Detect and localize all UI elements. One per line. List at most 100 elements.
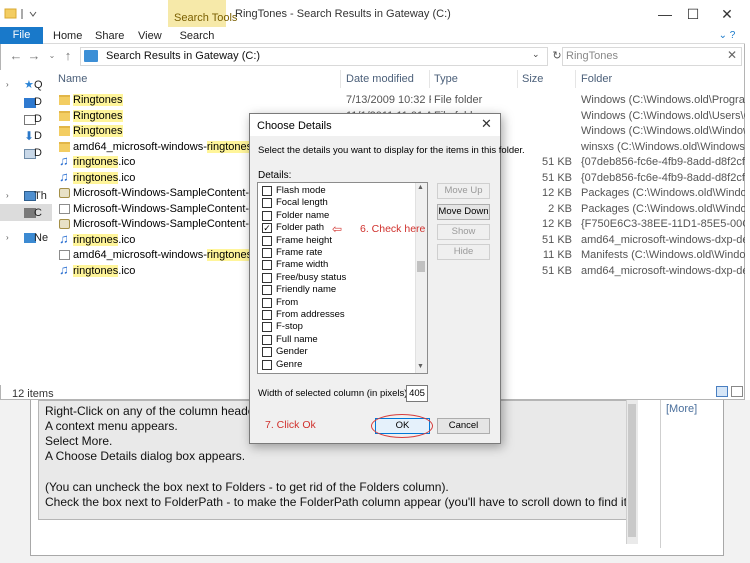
cancel-button[interactable]: Cancel bbox=[437, 418, 490, 434]
details-option-label: Gender bbox=[276, 346, 308, 358]
details-option[interactable]: Flash mode bbox=[261, 185, 411, 197]
column-divider[interactable] bbox=[429, 70, 430, 88]
details-option[interactable]: Frame width bbox=[261, 259, 411, 271]
hide-button[interactable]: Hide bbox=[437, 244, 490, 260]
move-up-button[interactable]: Move Up bbox=[437, 183, 490, 199]
nav-item-network[interactable]: Ne bbox=[34, 232, 48, 244]
details-option-checkbox[interactable] bbox=[262, 285, 272, 296]
column-width-input[interactable]: 405 bbox=[406, 385, 428, 402]
details-option[interactable]: Frame rate bbox=[261, 247, 411, 259]
folder-path-cell: Windows (C:\Windows.old\Windows\SysWOW64… bbox=[581, 125, 745, 137]
tab-share[interactable]: Share bbox=[95, 30, 124, 42]
folder-path-cell: amd64_microsoft-windows-dxp-deviceexperi… bbox=[581, 264, 745, 277]
details-option-checkbox[interactable] bbox=[262, 260, 272, 271]
details-option-checkbox[interactable] bbox=[262, 310, 272, 320]
nav-item[interactable]: D bbox=[34, 130, 42, 142]
details-option[interactable]: Free/busy status bbox=[261, 272, 411, 284]
details-option-checkbox[interactable] bbox=[262, 347, 272, 358]
details-option-label: Frame width bbox=[276, 259, 329, 271]
details-option[interactable]: F-stop bbox=[261, 321, 411, 333]
tab-home[interactable]: Home bbox=[53, 30, 82, 42]
document-file-icon bbox=[59, 250, 70, 260]
show-button[interactable]: Show bbox=[437, 224, 490, 240]
details-option-checkbox[interactable] bbox=[262, 359, 272, 370]
file-row[interactable]: Ringtones 7/13/2009 10:32 PMFile folder Wi… bbox=[55, 93, 745, 108]
details-option[interactable]: Genre bbox=[261, 359, 411, 371]
details-option-checkbox[interactable] bbox=[262, 334, 272, 345]
editor-line: Select More. bbox=[45, 434, 113, 448]
details-option-checkbox[interactable]: ✓ bbox=[262, 223, 272, 234]
details-option[interactable]: Gender bbox=[261, 346, 411, 358]
dialog-close-icon[interactable]: ✕ bbox=[481, 116, 492, 132]
details-option-checkbox[interactable] bbox=[262, 235, 272, 246]
details-option-checkbox[interactable] bbox=[262, 297, 272, 308]
nav-item-quick-access[interactable]: Q bbox=[34, 79, 43, 91]
details-option[interactable]: Full name bbox=[261, 334, 411, 346]
details-option-checkbox[interactable] bbox=[262, 198, 272, 209]
details-option-checkbox[interactable] bbox=[262, 322, 272, 333]
search-match-highlight: ringtones bbox=[206, 249, 253, 261]
column-header-type[interactable]: Type bbox=[434, 73, 458, 85]
details-option-checkbox[interactable] bbox=[262, 272, 272, 283]
details-list[interactable]: Flash mode Focal length Folder name ✓ Folder… bbox=[257, 182, 428, 374]
window-title: RingTones - Search Results in Gateway (C… bbox=[235, 8, 451, 20]
close-button[interactable]: ✕ bbox=[712, 6, 742, 22]
move-down-button[interactable]: Move Down bbox=[437, 204, 490, 220]
details-option-checkbox[interactable] bbox=[262, 186, 272, 196]
expand-chevron-icon[interactable]: › bbox=[6, 80, 9, 89]
maximize-button[interactable]: ☐ bbox=[678, 6, 708, 22]
nav-item[interactable]: D bbox=[34, 113, 42, 125]
details-option[interactable]: Friendly name bbox=[261, 284, 411, 296]
search-match-highlight: Ringtones bbox=[73, 94, 123, 106]
expand-chevron-icon[interactable]: › bbox=[6, 233, 9, 242]
address-dropdown-icon[interactable]: ⌄ bbox=[532, 49, 540, 60]
details-option-checkbox[interactable] bbox=[262, 248, 272, 258]
up-arrow-icon[interactable]: ↑ bbox=[60, 48, 76, 64]
column-divider[interactable] bbox=[340, 70, 341, 88]
column-header-folder[interactable]: Folder bbox=[581, 73, 612, 85]
editor-line: (You can uncheck the box next to Folders… bbox=[45, 480, 449, 494]
column-header-date[interactable]: Date modified bbox=[346, 73, 414, 85]
quick-access-toolbar[interactable] bbox=[4, 7, 44, 24]
tab-file[interactable]: File bbox=[0, 27, 43, 44]
column-header-name[interactable]: Name bbox=[58, 73, 87, 85]
cabinet-file-icon bbox=[59, 219, 70, 229]
nav-item-drive[interactable]: C bbox=[34, 207, 42, 219]
details-option-label: Friendly name bbox=[276, 284, 337, 296]
expand-chevron-icon[interactable]: › bbox=[6, 191, 9, 200]
column-header-size[interactable]: Size bbox=[522, 73, 543, 85]
recent-locations-chevron-icon[interactable]: ⌄ bbox=[44, 48, 60, 64]
details-list-scrollbar[interactable] bbox=[415, 183, 427, 373]
details-option[interactable]: Frame height bbox=[261, 235, 411, 247]
more-link[interactable]: [More] bbox=[666, 403, 697, 415]
nav-item[interactable]: D bbox=[34, 147, 42, 159]
tab-view[interactable]: View bbox=[138, 30, 162, 42]
expand-ribbon-icon[interactable]: ⌄ ? bbox=[712, 27, 742, 44]
scroll-up-icon[interactable]: ▲ bbox=[417, 184, 424, 191]
editor-scrollbar-thumb[interactable] bbox=[628, 404, 636, 537]
audio-file-icon: ♫ bbox=[59, 261, 69, 277]
clear-search-icon[interactable]: ✕ bbox=[727, 48, 737, 62]
details-option[interactable]: From addresses bbox=[261, 309, 411, 321]
details-list-scroll-thumb[interactable] bbox=[417, 261, 425, 272]
tab-search[interactable]: Search bbox=[172, 30, 222, 42]
cabinet-file-icon bbox=[59, 188, 70, 198]
large-icons-view-icon[interactable] bbox=[731, 386, 743, 397]
back-arrow-icon[interactable]: ← bbox=[8, 48, 24, 64]
details-option-checkbox[interactable] bbox=[262, 210, 272, 221]
details-option[interactable]: From bbox=[261, 297, 411, 309]
editor-line: A context menu appears. bbox=[45, 419, 178, 433]
details-option[interactable]: Folder name bbox=[261, 210, 411, 222]
dialog-description: Select the details you want to display f… bbox=[258, 145, 525, 156]
scroll-down-icon[interactable]: ▼ bbox=[417, 363, 424, 370]
details-option[interactable]: Focal length bbox=[261, 197, 411, 209]
column-divider[interactable] bbox=[575, 70, 576, 88]
nav-item[interactable]: D bbox=[34, 96, 42, 108]
details-view-icon[interactable] bbox=[716, 386, 728, 397]
minimize-button[interactable]: — bbox=[650, 6, 680, 22]
date-modified-cell: 7/13/2009 10:32 PM bbox=[346, 94, 431, 106]
forward-arrow-icon[interactable]: → bbox=[26, 48, 42, 64]
nav-item-this-pc[interactable]: Th bbox=[34, 190, 47, 202]
context-tab-label: Search Tools bbox=[174, 12, 238, 24]
column-divider[interactable] bbox=[517, 70, 518, 88]
